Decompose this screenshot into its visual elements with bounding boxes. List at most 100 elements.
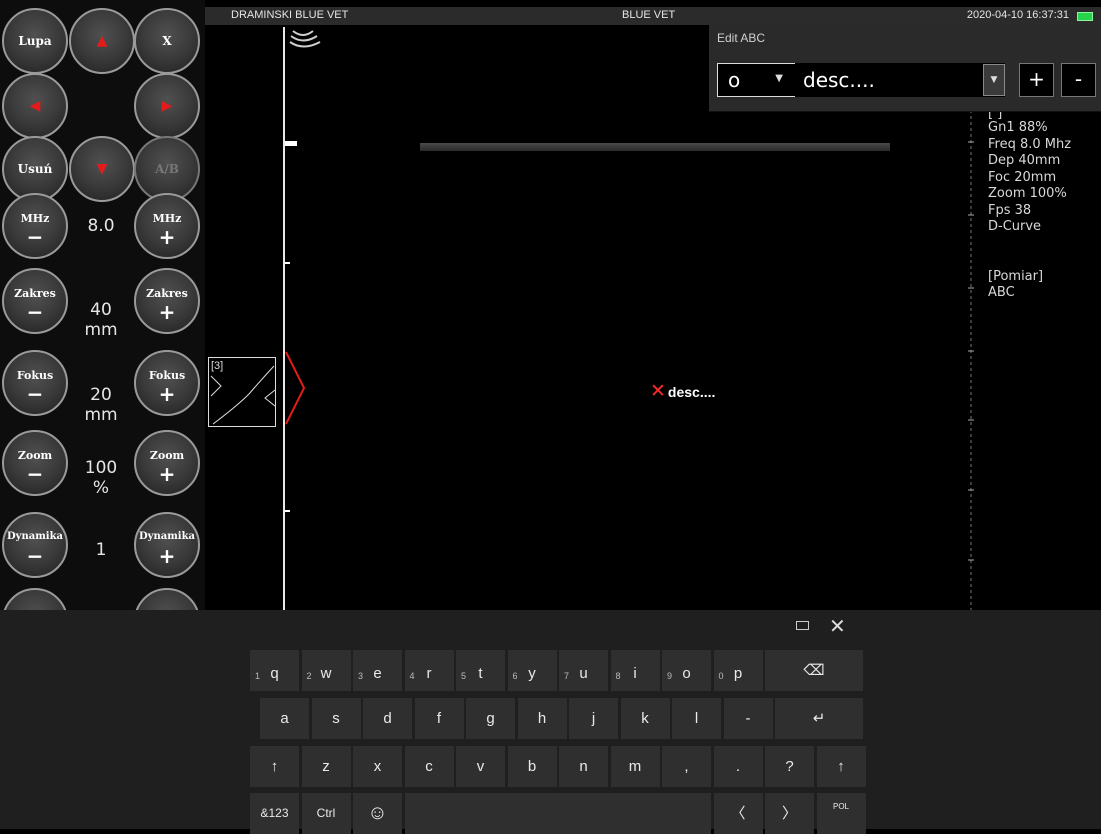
status-bar: DRAMINSKI BLUE VET BLUE VET 2020-04-10 1… [205, 7, 1101, 25]
key-g[interactable]: g [466, 698, 515, 739]
key-p[interactable]: p0 [713, 650, 763, 691]
dynamika-plus-button[interactable]: Dynamika + [134, 512, 200, 578]
key-h[interactable]: h [517, 698, 567, 739]
shift-key-left[interactable]: ↑ [250, 746, 299, 787]
key-number-hint: 1 [255, 671, 261, 681]
key-m[interactable]: m [610, 746, 660, 787]
key-v[interactable]: v [456, 746, 505, 787]
fokus-minus-button[interactable]: Fokus − [2, 350, 68, 416]
lupa-button[interactable]: Lupa [2, 8, 68, 74]
info-freq: Freq 8.0 Mhz [988, 136, 1072, 152]
probe-icon [285, 27, 325, 53]
zoom-minus-button[interactable]: Zoom − [2, 430, 68, 496]
key-s[interactable]: s [311, 698, 361, 739]
depth-tick [285, 510, 290, 512]
key-i[interactable]: i8 [610, 650, 660, 691]
depth-tick [285, 262, 290, 264]
key-number-hint: 0 [718, 671, 724, 681]
key-w[interactable]: w2 [301, 650, 351, 691]
key-number-hint: 9 [667, 671, 673, 681]
move-up-button[interactable]: ▲ [69, 8, 135, 74]
key-period[interactable]: . [713, 746, 763, 787]
gain-curve-box[interactable]: [3] [208, 357, 276, 427]
depth-tick [285, 141, 297, 146]
key-question[interactable]: ? [765, 746, 814, 787]
key-o[interactable]: o9 [662, 650, 711, 691]
app-title: BLUE VET [622, 9, 676, 21]
key-x[interactable]: x [353, 746, 402, 787]
enter-key[interactable]: ↵ [775, 698, 863, 739]
focus-marker-icon [284, 350, 308, 430]
key-c[interactable]: c [404, 746, 454, 787]
description-input[interactable]: desc.... ▼ [795, 63, 1005, 97]
add-button[interactable]: + [1019, 63, 1054, 97]
key-a[interactable]: a [260, 698, 309, 739]
battery-icon [1077, 12, 1093, 21]
zoom-plus-button[interactable]: Zoom + [134, 430, 200, 496]
arrow-right-icon: ▶ [161, 98, 173, 114]
zakres-value: 40 [90, 300, 112, 320]
key-y[interactable]: y6 [507, 650, 557, 691]
move-down-button[interactable]: ▼ [69, 136, 135, 202]
shift-key-right[interactable]: ↑ [816, 746, 866, 787]
zakres-plus-button[interactable]: Zakres + [134, 268, 200, 334]
mhz-plus-button[interactable]: MHz + [134, 193, 200, 259]
fokus-unit: mm [84, 405, 118, 425]
key-q[interactable]: q1 [250, 650, 299, 691]
move-right-button[interactable]: ▶ [134, 73, 200, 139]
symbols-key[interactable]: &123 [250, 793, 299, 834]
key-e[interactable]: e3 [353, 650, 402, 691]
close-keyboard-button[interactable]: ✕ [829, 614, 846, 638]
info-pomiar: [Pomiar] [988, 268, 1044, 284]
key-dash[interactable]: - [723, 698, 773, 739]
measurement-marker[interactable]: ✕ desc.... [650, 380, 715, 403]
key-number-hint: 2 [306, 671, 312, 681]
key-t[interactable]: t5 [456, 650, 505, 691]
keyboard-layout-icon[interactable] [796, 621, 809, 630]
fokus-value: 20 [90, 385, 112, 405]
key-j[interactable]: j [569, 698, 618, 739]
mhz-minus-button[interactable]: MHz − [2, 193, 68, 259]
fokus-plus-button[interactable]: Fokus + [134, 350, 200, 416]
dropdown-caret-icon: ▼ [775, 73, 783, 84]
marker-label: desc.... [667, 384, 716, 400]
dynamika-minus-button[interactable]: Dynamika − [2, 512, 68, 578]
zoom-value: 100 [84, 458, 118, 478]
key-number-hint: 6 [512, 671, 518, 681]
zakres-minus-button[interactable]: Zakres − [2, 268, 68, 334]
key-r[interactable]: r4 [404, 650, 454, 691]
mhz-value: 8.0 [87, 216, 115, 236]
dialog-title: Edit ABC [717, 31, 766, 45]
key-k[interactable]: k [620, 698, 670, 739]
key-n[interactable]: n [559, 746, 608, 787]
arrow-right-key[interactable]: 〉 [765, 793, 814, 834]
key-b[interactable]: b [507, 746, 557, 787]
info-depth: Dep 40mm [988, 153, 1061, 168]
arrow-left-key[interactable]: 〈 [713, 793, 763, 834]
key-f[interactable]: f [414, 698, 464, 739]
key-u[interactable]: u7 [559, 650, 608, 691]
info-header: [ ] [988, 112, 1003, 120]
info-zoom: Zoom 100% [988, 186, 1067, 201]
key-d[interactable]: d [363, 698, 412, 739]
left-control-panel: Lupa ▲ X ◀ ▶ Usuń ▼ A/B MHz − 8.0 MHz + Za… [0, 0, 205, 654]
cross-marker-icon: ✕ [650, 381, 666, 402]
space-bar[interactable] [404, 793, 711, 834]
label-select[interactable]: o ▼ [717, 63, 798, 97]
key-comma[interactable]: , [662, 746, 711, 787]
key-z[interactable]: z [301, 746, 351, 787]
key-l[interactable]: l [672, 698, 721, 739]
backspace-key[interactable]: ⌫ [765, 650, 863, 691]
key-number-hint: 8 [615, 671, 621, 681]
close-button[interactable]: X [134, 8, 200, 74]
zakres-unit: mm [84, 320, 118, 340]
chevron-down-icon[interactable]: ▼ [983, 64, 1005, 96]
info-focus: Foc 20mm [988, 169, 1057, 185]
move-left-button[interactable]: ◀ [2, 73, 68, 139]
arrow-left-icon: ◀ [29, 98, 41, 114]
ctrl-key[interactable]: Ctrl [301, 793, 351, 834]
dynamika-value: 1 [95, 540, 107, 560]
remove-button[interactable]: - [1061, 63, 1096, 97]
emoji-key[interactable]: ☺ [353, 793, 402, 834]
language-key[interactable]: POL [816, 793, 866, 834]
